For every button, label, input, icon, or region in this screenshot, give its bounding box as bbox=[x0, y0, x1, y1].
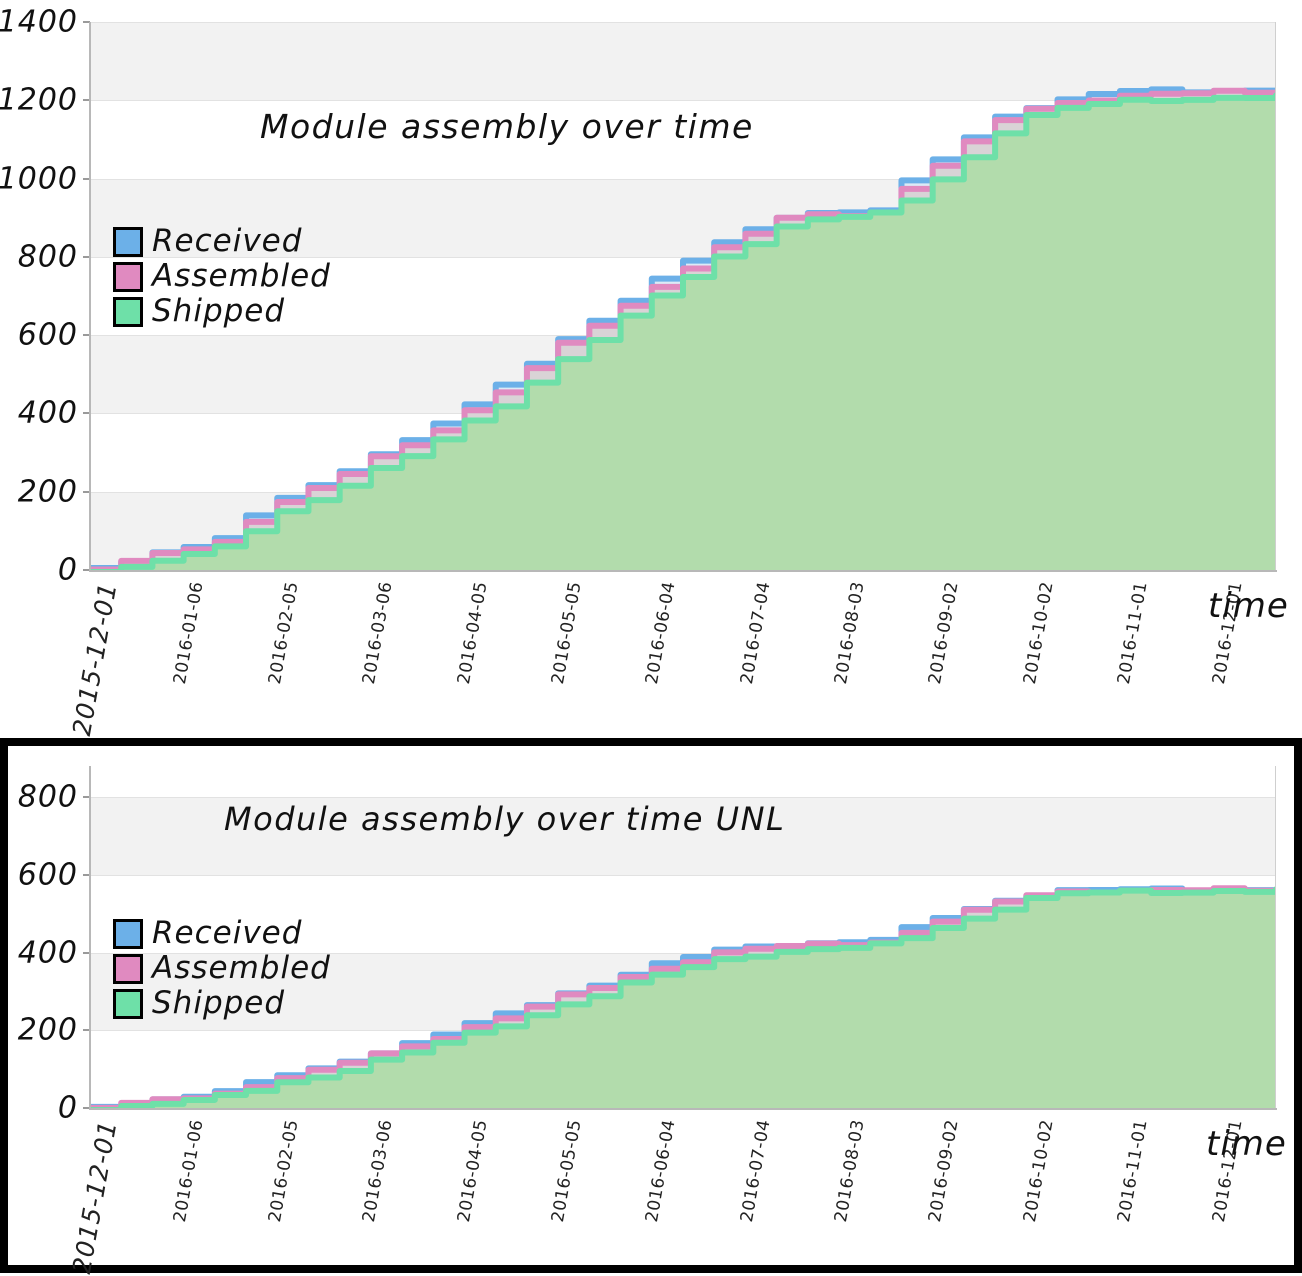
x-axis-tick-label: 2015-12-01 bbox=[67, 1118, 123, 1276]
legend-item-shipped[interactable]: Shipped bbox=[113, 988, 331, 1019]
x-axis-tick-label: 2016-07-04 bbox=[736, 580, 775, 686]
x-axis-tick-label: 2016-10-02 bbox=[1019, 580, 1058, 686]
x-axis-tick-label: 2016-02-05 bbox=[264, 1118, 303, 1224]
y-axis-tick-label: 800 bbox=[17, 779, 78, 815]
y-axis-tick-label: 400 bbox=[17, 395, 78, 431]
legend-swatch-icon bbox=[113, 226, 143, 257]
x-axis-tick-label: 2016-07-04 bbox=[736, 1118, 775, 1224]
x-axis-tick-label: 2016-05-05 bbox=[547, 1118, 586, 1224]
y-axis-tick-label: 1200 bbox=[0, 82, 78, 118]
x-axis-tick-label: 2016-11-01 bbox=[1114, 580, 1152, 686]
x-axis-tick-label: 2016-06-04 bbox=[642, 1118, 681, 1224]
chart-figure-top: 0 200 400 600 800 1000 1200 1400 Module assembl… bbox=[0, 0, 1302, 738]
legend-item-label: Received bbox=[152, 915, 303, 951]
x-axis-tick-label: 2016-09-02 bbox=[925, 580, 964, 686]
legend-item-shipped[interactable]: Shipped bbox=[113, 296, 331, 327]
x-axis-tick-label: 2016-06-04 bbox=[642, 580, 681, 686]
x-axis-tick-label: 2016-10-02 bbox=[1019, 1118, 1058, 1224]
legend-swatch-icon bbox=[113, 296, 143, 327]
x-axis-tick-label: 2016-04-05 bbox=[453, 1118, 492, 1224]
y-axis-tick-label: 400 bbox=[17, 935, 78, 971]
legend-item-label: Received bbox=[152, 223, 303, 259]
x-axis-tick-label: 2016-04-05 bbox=[453, 580, 492, 686]
y-axis-tick-label: 200 bbox=[17, 1012, 78, 1048]
legend-item-label: Shipped bbox=[152, 985, 286, 1021]
x-axis-tick-label: 2016-11-01 bbox=[1114, 1118, 1152, 1224]
x-axis-label-top: time bbox=[1208, 586, 1289, 626]
x-axis-tick-label: 2016-03-06 bbox=[359, 580, 397, 686]
legend-item-label: Assembled bbox=[152, 950, 331, 986]
x-axis-label-bottom: time bbox=[1206, 1124, 1287, 1164]
legend-swatch-icon bbox=[113, 953, 143, 984]
chart-figure-bottom: 0 200 400 600 800 Module assembly over time … bbox=[0, 738, 1302, 1276]
legend-bottom: Received Assembled Shipped bbox=[113, 918, 331, 1023]
legend-item-label: Shipped bbox=[152, 293, 286, 329]
legend-top: Received Assembled Shipped bbox=[113, 226, 331, 331]
y-axis-spine-bottom bbox=[89, 766, 91, 1109]
x-axis-tick-label: 2016-02-05 bbox=[264, 580, 303, 686]
x-axis-tick-label: 2016-03-06 bbox=[359, 1118, 397, 1224]
x-axis-spine-top bbox=[89, 570, 1277, 572]
y-axis-tick-label: 0 bbox=[57, 1090, 78, 1126]
legend-item-received[interactable]: Received bbox=[113, 226, 331, 257]
y-axis-tick-label: 1000 bbox=[0, 161, 78, 197]
y-axis-tick-label: 800 bbox=[17, 239, 78, 275]
x-axis-tick-label: 2016-05-05 bbox=[547, 580, 586, 686]
x-axis-tick-label: 2016-01-06 bbox=[170, 580, 209, 686]
x-axis-tick-label: 2016-09-02 bbox=[925, 1118, 964, 1224]
y-axis-tick-label: 600 bbox=[17, 317, 78, 353]
x-axis-tick-label: 2016-08-03 bbox=[831, 580, 869, 686]
y-axis-tick-label: 1400 bbox=[0, 4, 78, 40]
legend-item-assembled[interactable]: Assembled bbox=[113, 953, 331, 984]
legend-swatch-icon bbox=[113, 988, 143, 1019]
x-axis-tick-label: 2016-01-06 bbox=[170, 1118, 209, 1224]
y-axis-tick-label: 0 bbox=[57, 552, 78, 588]
y-axis-spine-top bbox=[89, 22, 91, 572]
area-fill-shipped bbox=[121, 97, 1275, 570]
x-axis-tick-label: 2016-08-03 bbox=[831, 1118, 869, 1224]
legend-swatch-icon bbox=[113, 918, 143, 949]
legend-swatch-icon bbox=[113, 261, 143, 292]
x-axis-spine-bottom bbox=[89, 1108, 1277, 1110]
x-axis-tick-label: 2015-12-01 bbox=[67, 580, 123, 738]
y-axis-tick-label: 600 bbox=[17, 857, 78, 893]
legend-item-label: Assembled bbox=[152, 258, 331, 294]
legend-item-received[interactable]: Received bbox=[113, 918, 331, 949]
chart-title-bottom: Module assembly over time UNL bbox=[224, 800, 786, 838]
legend-item-assembled[interactable]: Assembled bbox=[113, 261, 331, 292]
y-axis-tick-label: 200 bbox=[17, 474, 78, 510]
chart-title-top: Module assembly over time bbox=[252, 105, 762, 148]
